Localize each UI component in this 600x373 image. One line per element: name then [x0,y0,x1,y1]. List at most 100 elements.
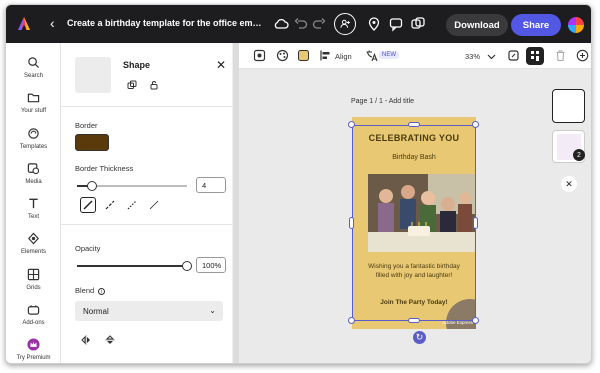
resize-handle-bottom[interactable] [408,318,420,323]
premium-crown-icon [27,338,40,351]
nav-label: Add-ons [22,320,45,326]
resize-handle-bottom-left[interactable] [348,317,355,324]
resize-handle-top[interactable] [408,122,420,127]
translate-icon[interactable] [365,49,379,63]
nav-label: Search [23,73,43,79]
resize-handle-top-right[interactable] [472,121,479,128]
blend-mode-select[interactable]: Normal ⌄ [75,301,223,321]
folder-icon [27,93,40,103]
close-pages-icon[interactable]: ✕ [561,176,577,192]
nav-label: Elements [20,249,46,255]
dotted-line-option[interactable] [124,197,140,213]
opacity-slider-handle[interactable] [182,261,192,271]
close-icon[interactable]: ✕ [216,58,226,72]
document-title[interactable]: Create a birthday template for the offic… [67,18,267,28]
cloud-sync-icon[interactable] [273,16,289,32]
page-count-badge: 2 [573,149,585,161]
chevron-down-icon[interactable] [485,50,499,64]
shape-thumbnail [75,57,111,93]
nav-label: Templates [19,144,48,150]
dashed-line-option[interactable] [102,197,118,213]
flip-horizontal-icon[interactable] [81,335,91,345]
nav-item-try-premium[interactable]: Try Premium [6,338,61,363]
solid-line-option[interactable] [80,197,96,213]
download-button[interactable]: Download [446,14,508,36]
blend-label: Blend i [75,286,106,295]
nav-item-text[interactable]: Text [6,197,61,229]
divider [61,224,232,225]
align-icon[interactable] [319,49,333,63]
text-icon [29,198,38,209]
duplicate-icon[interactable] [127,80,137,90]
nav-label: Grids [26,285,41,291]
resize-handle-left[interactable] [349,217,354,229]
resize-page-icon[interactable] [507,49,521,63]
addons-icon [27,305,40,315]
nav-label: Text [27,214,39,220]
new-badge: NEW [379,51,399,59]
border-thickness-label: Border Thickness [75,164,134,173]
border-color-swatch[interactable] [75,134,109,151]
zoom-level[interactable]: 33% [465,52,480,61]
fill-color-swatch-icon[interactable] [297,49,311,63]
info-icon[interactable]: i [98,288,106,295]
align-label[interactable]: Align [335,52,352,61]
nav-item-your-stuff[interactable]: Your stuff [6,91,61,123]
page-thumbnail-blank[interactable] [552,89,585,123]
opacity-slider-fill [77,265,187,267]
chevron-down-icon: ⌄ [209,306,216,315]
canvas-area: Align NEW 33% Page 1 / 1 - Add title CEL… [239,43,591,363]
flip-vertical-icon[interactable] [105,335,115,345]
left-nav: Search Your stuff Templates Media Text E… [6,43,61,363]
media-icon [27,163,40,175]
opacity-input[interactable]: 100% [196,257,226,273]
elements-icon [28,232,39,245]
search-icon [28,57,40,69]
app-window: ‹ Create a birthday template for the off… [5,4,592,364]
nav-label: Your stuff [20,108,47,114]
layers-toggle-button[interactable] [526,47,544,65]
comment-icon[interactable] [388,16,404,32]
selection-box [352,125,476,321]
location-pin-icon[interactable] [366,16,382,32]
opacity-label: Opacity [75,244,101,253]
top-bar: ‹ Create a birthday template for the off… [6,5,591,43]
redo-icon[interactable] [311,16,327,32]
thickness-input[interactable]: 4 [196,177,226,193]
thickness-slider-handle[interactable] [87,181,97,191]
crop-image-icon[interactable] [253,49,267,63]
invite-people-icon[interactable] [334,13,356,35]
canvas-toolbar: Align NEW 33% [239,43,591,69]
nav-item-templates[interactable]: Templates [6,127,61,159]
nav-item-grids[interactable]: Grids [6,268,61,300]
nav-item-search[interactable]: Search [6,56,61,88]
resize-handle-bottom-right[interactable] [472,317,479,324]
undo-icon[interactable] [293,16,309,32]
grids-icon [27,268,40,281]
nav-item-elements[interactable]: Elements [6,232,61,264]
schedule-share-icon[interactable] [410,16,426,32]
resize-handle-top-left[interactable] [348,121,355,128]
delete-icon[interactable] [554,49,568,63]
nav-item-add-ons[interactable]: Add-ons [6,303,61,335]
nav-item-media[interactable]: Media [6,162,61,194]
page-title-label[interactable]: Page 1 / 1 - Add title [351,98,414,105]
user-avatar[interactable] [568,17,584,33]
border-label: Border [75,121,98,130]
rotate-handle-icon[interactable]: ↻ [413,331,426,344]
templates-icon [28,128,39,139]
blend-label-text: Blend [75,286,95,295]
panel-title: Shape [123,60,151,70]
divider [61,106,232,107]
back-arrow-icon[interactable]: ‹ [50,15,64,33]
share-button[interactable]: Share [511,14,561,36]
resize-handle-right[interactable] [473,217,478,229]
add-page-icon[interactable] [576,49,590,63]
properties-panel: Shape ✕ Border Border Thickness 4 Opacit… [61,43,232,363]
adobe-express-logo-icon[interactable] [14,14,34,34]
lock-icon[interactable] [149,80,159,90]
nav-label: Media [25,179,42,185]
thin-line-option[interactable] [146,197,162,213]
nav-label: Try Premium [16,355,51,361]
color-palette-icon[interactable] [276,49,290,63]
